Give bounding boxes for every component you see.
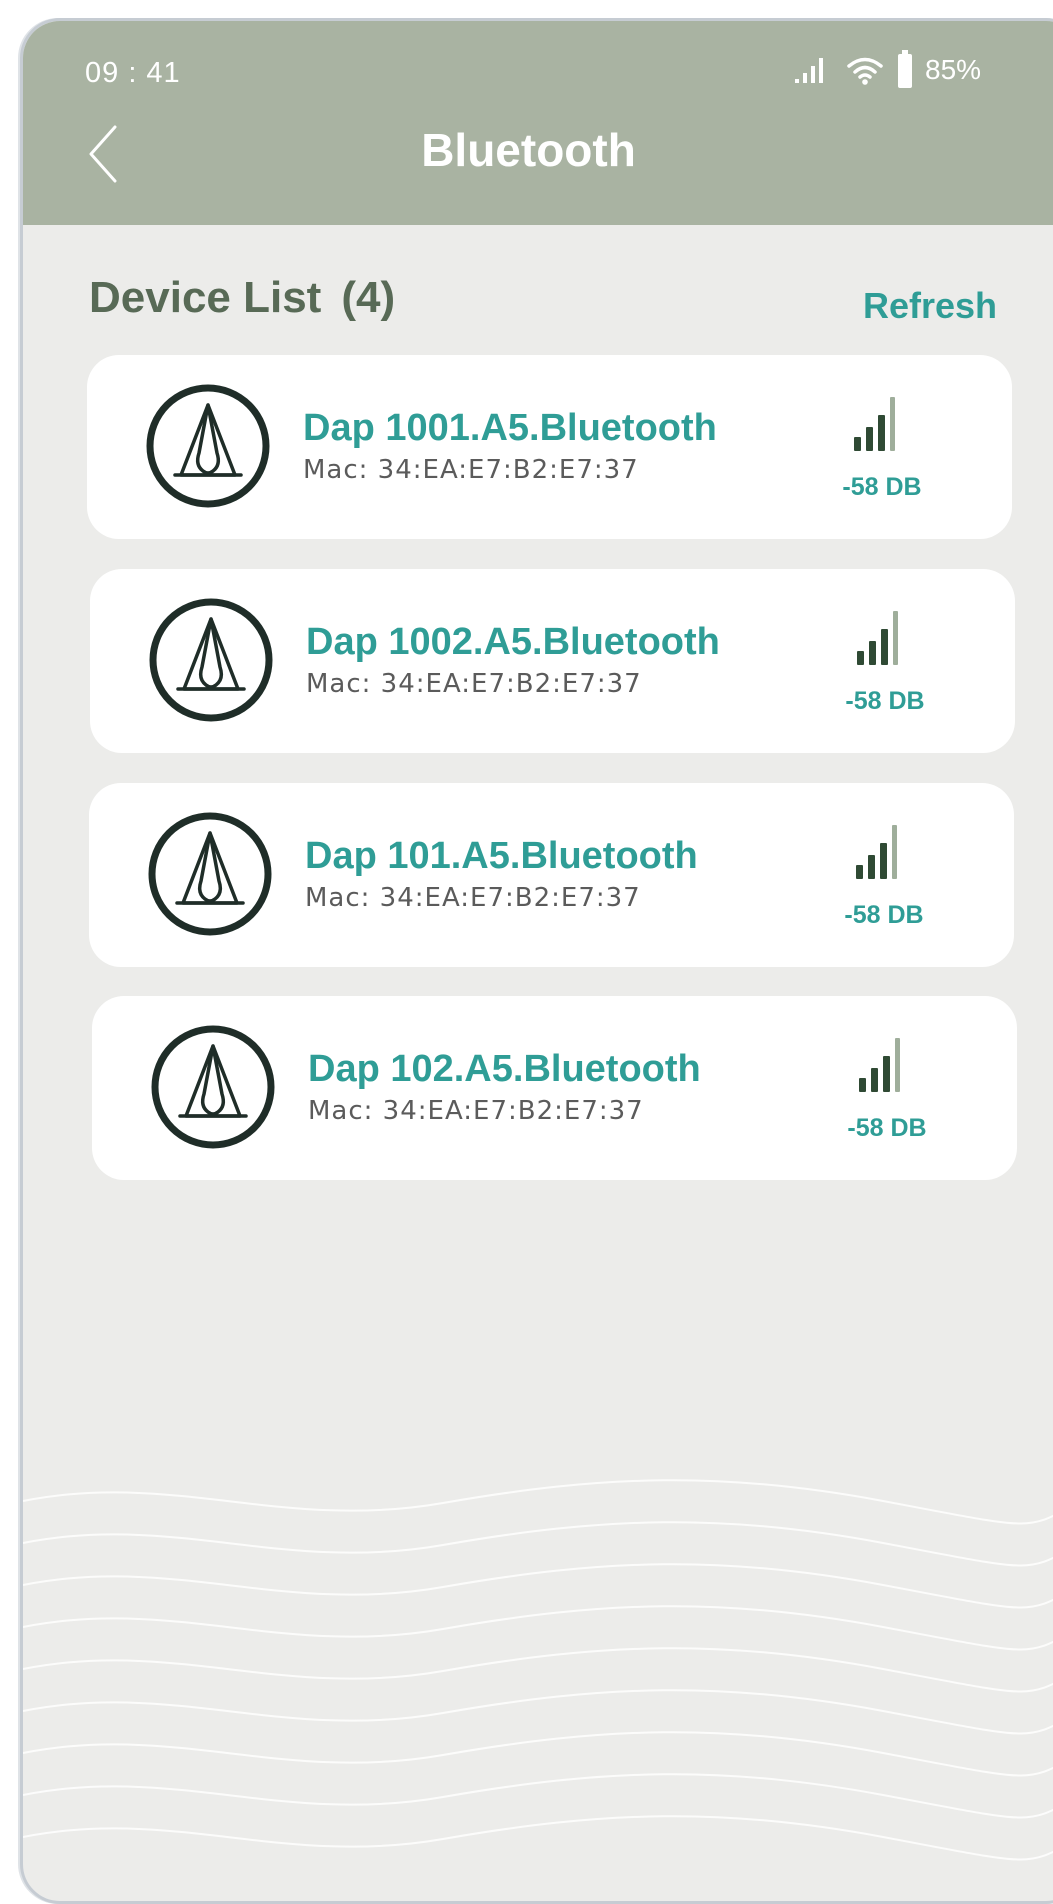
device-logo-icon bbox=[151, 1025, 275, 1149]
device-card[interactable]: Dap 1002.A5.Bluetooth Mac: 34:EA:E7:B2:E… bbox=[90, 569, 1015, 753]
refresh-button[interactable]: Refresh bbox=[863, 285, 997, 327]
status-icons: 85% bbox=[793, 45, 981, 95]
battery-icon bbox=[898, 50, 912, 88]
device-list-title: Device List bbox=[89, 273, 322, 322]
wifi-icon bbox=[847, 57, 883, 85]
device-name: Dap 1001.A5.Bluetooth bbox=[303, 407, 717, 449]
device-mac: Mac: 34:EA:E7:B2:E7:37 bbox=[308, 1096, 644, 1126]
device-name: Dap 1002.A5.Bluetooth bbox=[306, 621, 720, 663]
device-name: Dap 101.A5.Bluetooth bbox=[305, 835, 698, 877]
device-card[interactable]: Dap 1001.A5.Bluetooth Mac: 34:EA:E7:B2:E… bbox=[87, 355, 1012, 539]
device-logo-icon bbox=[148, 812, 272, 936]
signal-strength-icon bbox=[857, 611, 898, 665]
device-mac: Mac: 34:EA:E7:B2:E7:37 bbox=[305, 883, 641, 913]
phone-screen: 09 : 41 85% Bluetooth Device List (4) Re… bbox=[20, 18, 1053, 1904]
device-card[interactable]: Dap 102.A5.Bluetooth Mac: 34:EA:E7:B2:E7… bbox=[92, 996, 1017, 1180]
signal-strength-value: -58 DB bbox=[844, 901, 924, 929]
status-time: 09 : 41 bbox=[85, 57, 181, 89]
page-title: Bluetooth bbox=[421, 124, 636, 176]
device-card[interactable]: Dap 101.A5.Bluetooth Mac: 34:EA:E7:B2:E7… bbox=[89, 783, 1014, 967]
wave-pattern-decoration bbox=[23, 1479, 1053, 1861]
signal-strength-value: -58 DB bbox=[842, 473, 922, 501]
device-mac: Mac: 34:EA:E7:B2:E7:37 bbox=[306, 669, 642, 699]
app-header: 09 : 41 85% Bluetooth bbox=[23, 21, 1053, 225]
signal-strength-icon bbox=[856, 825, 897, 879]
device-mac: Mac: 34:EA:E7:B2:E7:37 bbox=[303, 455, 639, 485]
device-count: (4) bbox=[341, 273, 396, 322]
signal-strength-icon bbox=[854, 397, 895, 451]
device-logo-icon bbox=[149, 598, 273, 722]
device-name: Dap 102.A5.Bluetooth bbox=[308, 1048, 701, 1090]
device-logo-icon bbox=[146, 384, 270, 508]
signal-strength-icon bbox=[859, 1038, 900, 1092]
signal-strength-value: -58 DB bbox=[847, 1114, 927, 1142]
device-list-heading: Device List (4) bbox=[89, 273, 395, 323]
battery-percentage: 85% bbox=[925, 54, 982, 85]
cellular-signal-icon bbox=[795, 58, 823, 83]
signal-strength-value: -58 DB bbox=[845, 687, 925, 715]
